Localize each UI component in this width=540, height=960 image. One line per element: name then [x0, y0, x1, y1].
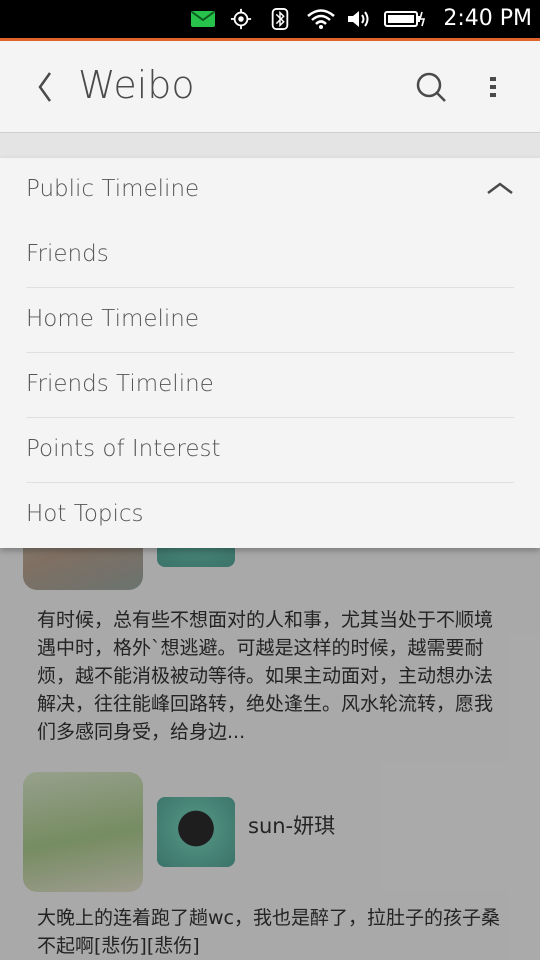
dropdown-item-points-of-interest[interactable]: Points of Interest [26, 418, 514, 483]
dropdown-item-hot-topics[interactable]: Hot Topics [26, 483, 514, 548]
chevron-up-icon[interactable] [486, 180, 514, 196]
dropdown-item-friends[interactable]: Friends [26, 223, 514, 288]
search-icon[interactable] [413, 69, 449, 105]
timeline-dropdown: Public Timeline Friends Home Timeline Fr… [0, 158, 540, 548]
app-header: Weibo [0, 41, 540, 133]
message-icon [191, 11, 215, 27]
page-title: Weibo [78, 63, 195, 107]
location-icon [230, 8, 252, 30]
dropdown-item-home-timeline[interactable]: Home Timeline [26, 288, 514, 353]
chevron-left-icon[interactable] [30, 67, 60, 107]
more-vertical-icon[interactable] [478, 69, 508, 105]
dropdown-item-friends-timeline[interactable]: Friends Timeline [26, 353, 514, 418]
wifi-icon [307, 9, 335, 29]
dropdown-top-strip [0, 133, 540, 158]
dropdown-selected-label: Public Timeline [26, 176, 200, 202]
dropdown-selected[interactable]: Public Timeline [26, 158, 514, 223]
battery-icon [384, 11, 426, 27]
volume-icon [348, 11, 369, 27]
bluetooth-icon [271, 8, 289, 30]
status-bar: 2:40 PM [0, 0, 540, 41]
clock: 2:40 PM [443, 6, 532, 31]
